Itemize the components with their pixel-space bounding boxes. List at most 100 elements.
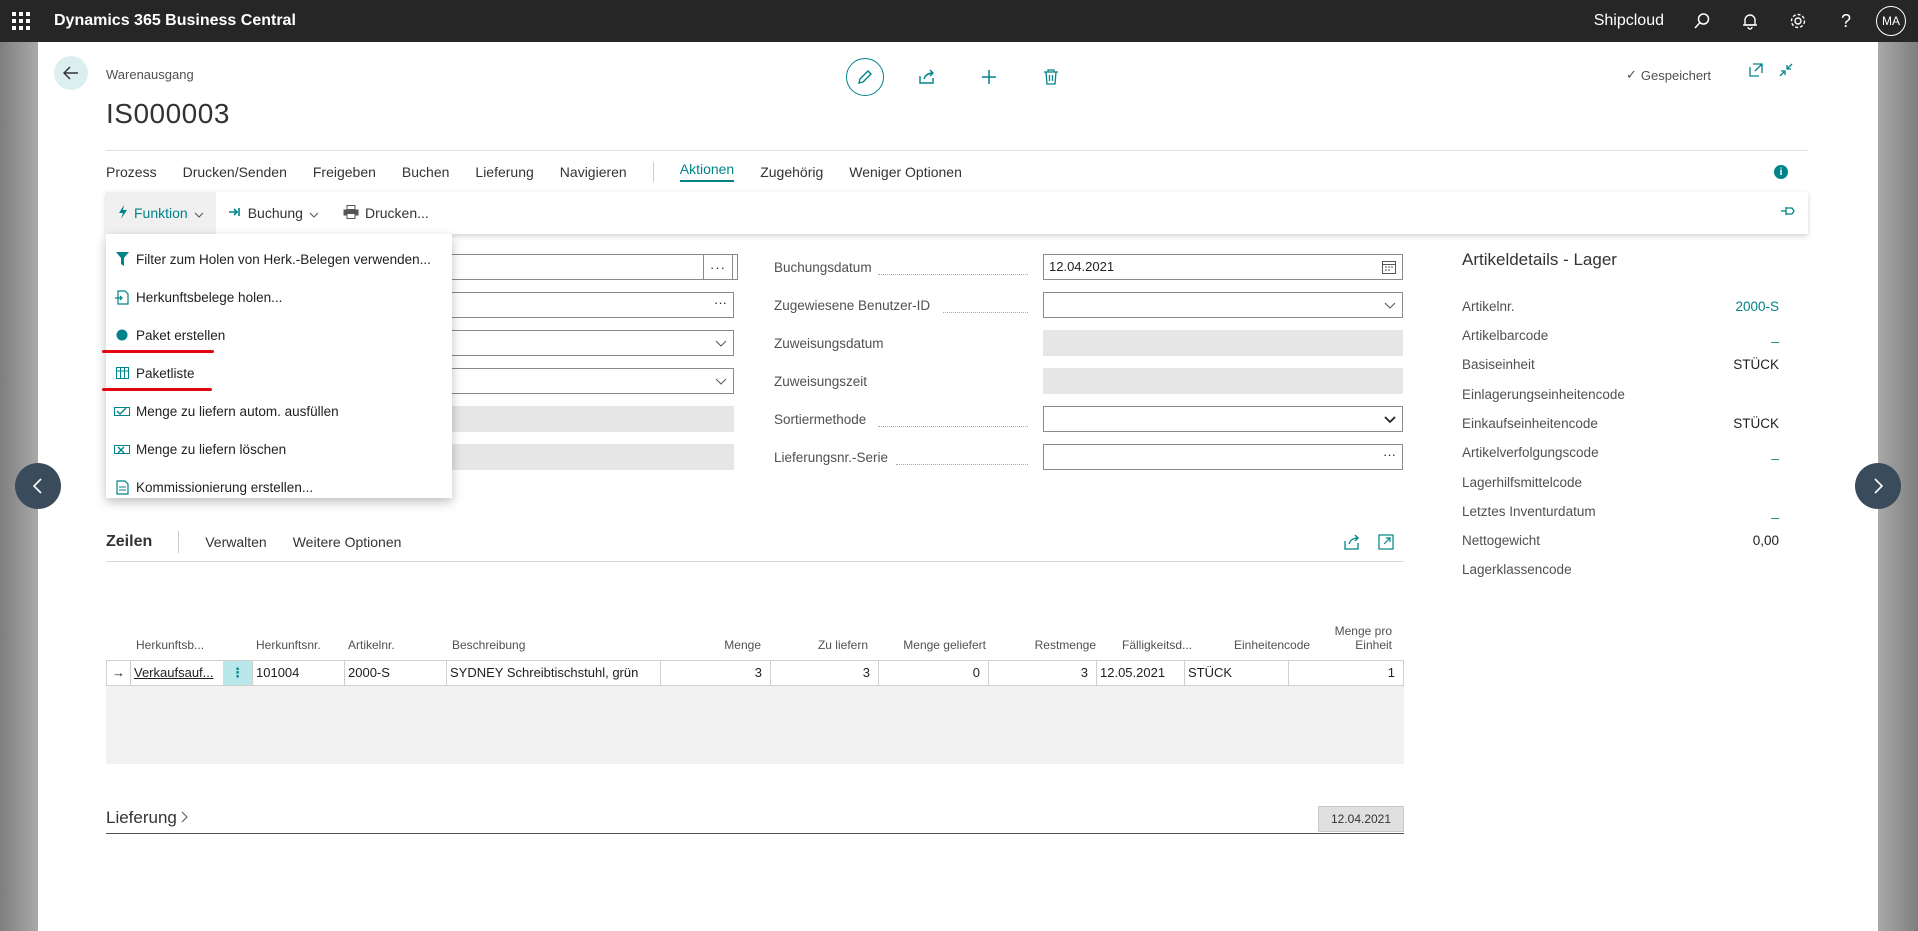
menu-prozess[interactable]: Prozess — [106, 164, 157, 180]
lines-verwalten[interactable]: Verwalten — [205, 534, 266, 550]
expand-icon[interactable] — [1378, 534, 1394, 553]
ellipsis-button[interactable]: ··· — [703, 254, 733, 280]
lieferung-fasttab: Lieferung 12.04.2021 — [106, 802, 1404, 834]
column-header[interactable]: Artikelnr. — [348, 620, 428, 658]
factbox-value: 0,00 — [1752, 533, 1779, 548]
delete-icon[interactable] — [1032, 58, 1070, 96]
menu-item-label: Kommissionierung erstellen... — [136, 479, 314, 495]
help-icon[interactable]: ? — [1822, 0, 1870, 42]
zuweisungszeit-label: Zuweisungszeit — [774, 374, 868, 389]
menu-freigeben[interactable]: Freigeben — [313, 164, 376, 180]
lines-icons — [1344, 534, 1394, 553]
drucken-button[interactable]: Drucken... — [331, 192, 441, 234]
company-name[interactable]: Shipcloud — [1594, 12, 1664, 30]
herkunftsbeleg-link[interactable]: Verkaufsauf... — [134, 665, 214, 680]
cell-menge-geliefert[interactable]: 0 — [879, 661, 989, 685]
left-field-disabled-2 — [418, 444, 734, 470]
menu-item-menge-autom-ausfuellen[interactable]: Menge zu liefern autom. ausfüllen — [106, 392, 452, 430]
ellipsis-icon[interactable]: ··· — [1383, 447, 1396, 462]
cell-zu-liefern[interactable]: 3 — [771, 661, 879, 685]
cell-beschreibung[interactable]: SYDNEY Schreibtischstuhl, grün — [447, 661, 661, 685]
menu-item-paket-erstellen[interactable]: Paket erstellen — [102, 316, 452, 354]
cell-herkunftsbeleg[interactable]: Verkaufsauf... — [131, 661, 223, 685]
funktion-button[interactable]: Funktion — [106, 192, 216, 234]
previous-record-button[interactable] — [15, 463, 61, 509]
table-row[interactable]: → Verkaufsauf... ⋮ 101004 2000-S SYDNEY … — [106, 660, 1404, 686]
benutzer-id-select[interactable] — [1043, 292, 1403, 318]
menu-aktionen[interactable]: Aktionen — [679, 161, 735, 182]
menu-zugehoerig[interactable]: Zugehörig — [760, 164, 823, 180]
bell-icon[interactable] — [1726, 0, 1774, 42]
funktion-dropdown: Filter zum Holen von Herk.-Belegen verwe… — [102, 234, 452, 498]
page-actions — [846, 58, 1070, 96]
column-header[interactable]: Herkunftsb... — [136, 620, 226, 658]
left-field-2[interactable]: ··· — [418, 292, 734, 318]
left-field-1[interactable] — [418, 254, 738, 280]
cell-artikelnr[interactable]: 2000-S — [345, 661, 447, 685]
factbox-key: Lagerhilfsmittelcode — [1462, 475, 1583, 490]
column-header-label: Herkunftsnr. — [256, 638, 321, 652]
row-menu-icon[interactable]: ⋮ — [223, 661, 253, 685]
factbox-value-link[interactable]: _ — [1771, 504, 1779, 519]
cell-restmenge[interactable]: 3 — [989, 661, 1097, 685]
factbox-row: Artikelnr. 2000-S — [1462, 299, 1779, 319]
column-header[interactable]: Zu liefern — [766, 620, 868, 658]
left-select-1[interactable] — [418, 330, 734, 356]
collapse-icon[interactable] — [1778, 62, 1794, 81]
column-header[interactable]: Fälligkeitsd... — [1122, 620, 1202, 658]
factbox-value-link[interactable]: _ — [1771, 328, 1779, 343]
menu-item-herkunftsbelege-holen[interactable]: Herkunftsbelege holen... — [106, 278, 452, 316]
menu-navigieren[interactable]: Navigieren — [560, 164, 627, 180]
column-header[interactable]: Menge pro Einheit — [1306, 620, 1392, 658]
sortiermethode-select[interactable] — [1043, 406, 1403, 432]
edit-icon[interactable] — [846, 58, 884, 96]
next-record-button[interactable] — [1855, 463, 1901, 509]
chevron-down-icon — [1384, 412, 1396, 427]
add-icon[interactable] — [970, 58, 1008, 96]
cell-faelligkeitsdatum[interactable]: 12.05.2021 — [1097, 661, 1185, 685]
app-name[interactable]: Dynamics 365 Business Central — [54, 12, 296, 30]
info-icon[interactable]: i — [1774, 165, 1788, 179]
share-icon[interactable] — [908, 58, 946, 96]
menu-item-filter-herkunftsbelege[interactable]: Filter zum Holen von Herk.-Belegen verwe… — [106, 240, 452, 278]
column-header[interactable]: Restmenge — [996, 620, 1096, 658]
gear-icon[interactable] — [1774, 0, 1822, 42]
column-header[interactable]: Menge geliefert — [886, 620, 986, 658]
menu-lieferung[interactable]: Lieferung — [475, 164, 533, 180]
left-select-2[interactable] — [418, 368, 734, 394]
cell-herkunftsnr[interactable]: 101004 — [253, 661, 345, 685]
column-header[interactable]: Herkunftsnr. — [256, 620, 336, 658]
pin-icon[interactable] — [1780, 205, 1796, 220]
lines-weitere-optionen[interactable]: Weitere Optionen — [293, 534, 402, 550]
menu-item-paketliste[interactable]: Paketliste — [102, 354, 452, 392]
share-icon[interactable] — [1344, 534, 1360, 553]
factbox-key: Artikelnr. — [1462, 299, 1515, 314]
lieferungsnr-serie-input[interactable]: ··· — [1043, 444, 1403, 470]
factbox-value-link[interactable]: _ — [1771, 445, 1779, 460]
calendar-icon[interactable] — [1382, 260, 1396, 277]
factbox-key: Basiseinheit — [1462, 357, 1535, 372]
menu-drucken-senden[interactable]: Drucken/Senden — [183, 164, 287, 180]
cell-einheitencode[interactable]: STÜCK — [1185, 661, 1289, 685]
waffle-icon[interactable] — [0, 0, 42, 42]
column-header[interactable]: Beschreibung — [452, 620, 612, 658]
cell-menge-pro-einheit[interactable]: 1 — [1289, 661, 1403, 685]
back-button[interactable] — [54, 56, 88, 90]
open-new-window-icon[interactable] — [1748, 62, 1764, 81]
menu-buchen[interactable]: Buchen — [402, 164, 449, 180]
menu-item-menge-loeschen[interactable]: Menge zu liefern löschen — [106, 430, 452, 468]
lieferung-fasttab-toggle[interactable]: Lieferung — [106, 808, 189, 828]
avatar[interactable]: MA — [1876, 6, 1906, 36]
cell-menge[interactable]: 3 — [661, 661, 771, 685]
menu-item-kommissionierung-erstellen[interactable]: Kommissionierung erstellen... — [106, 468, 452, 506]
column-header[interactable]: Menge — [661, 620, 761, 658]
search-icon[interactable] — [1678, 0, 1726, 42]
chevron-right-icon — [181, 808, 189, 828]
lines-title[interactable]: Zeilen — [106, 533, 152, 551]
factbox-value-link[interactable]: 2000-S — [1735, 299, 1779, 314]
buchung-button[interactable]: Buchung — [216, 192, 331, 234]
column-header-label: Fälligkeitsd... — [1122, 638, 1193, 652]
chevron-down-icon — [194, 205, 204, 221]
menu-weniger-optionen[interactable]: Weniger Optionen — [849, 164, 962, 180]
buchungsdatum-input[interactable]: 12.04.2021 — [1043, 254, 1403, 280]
